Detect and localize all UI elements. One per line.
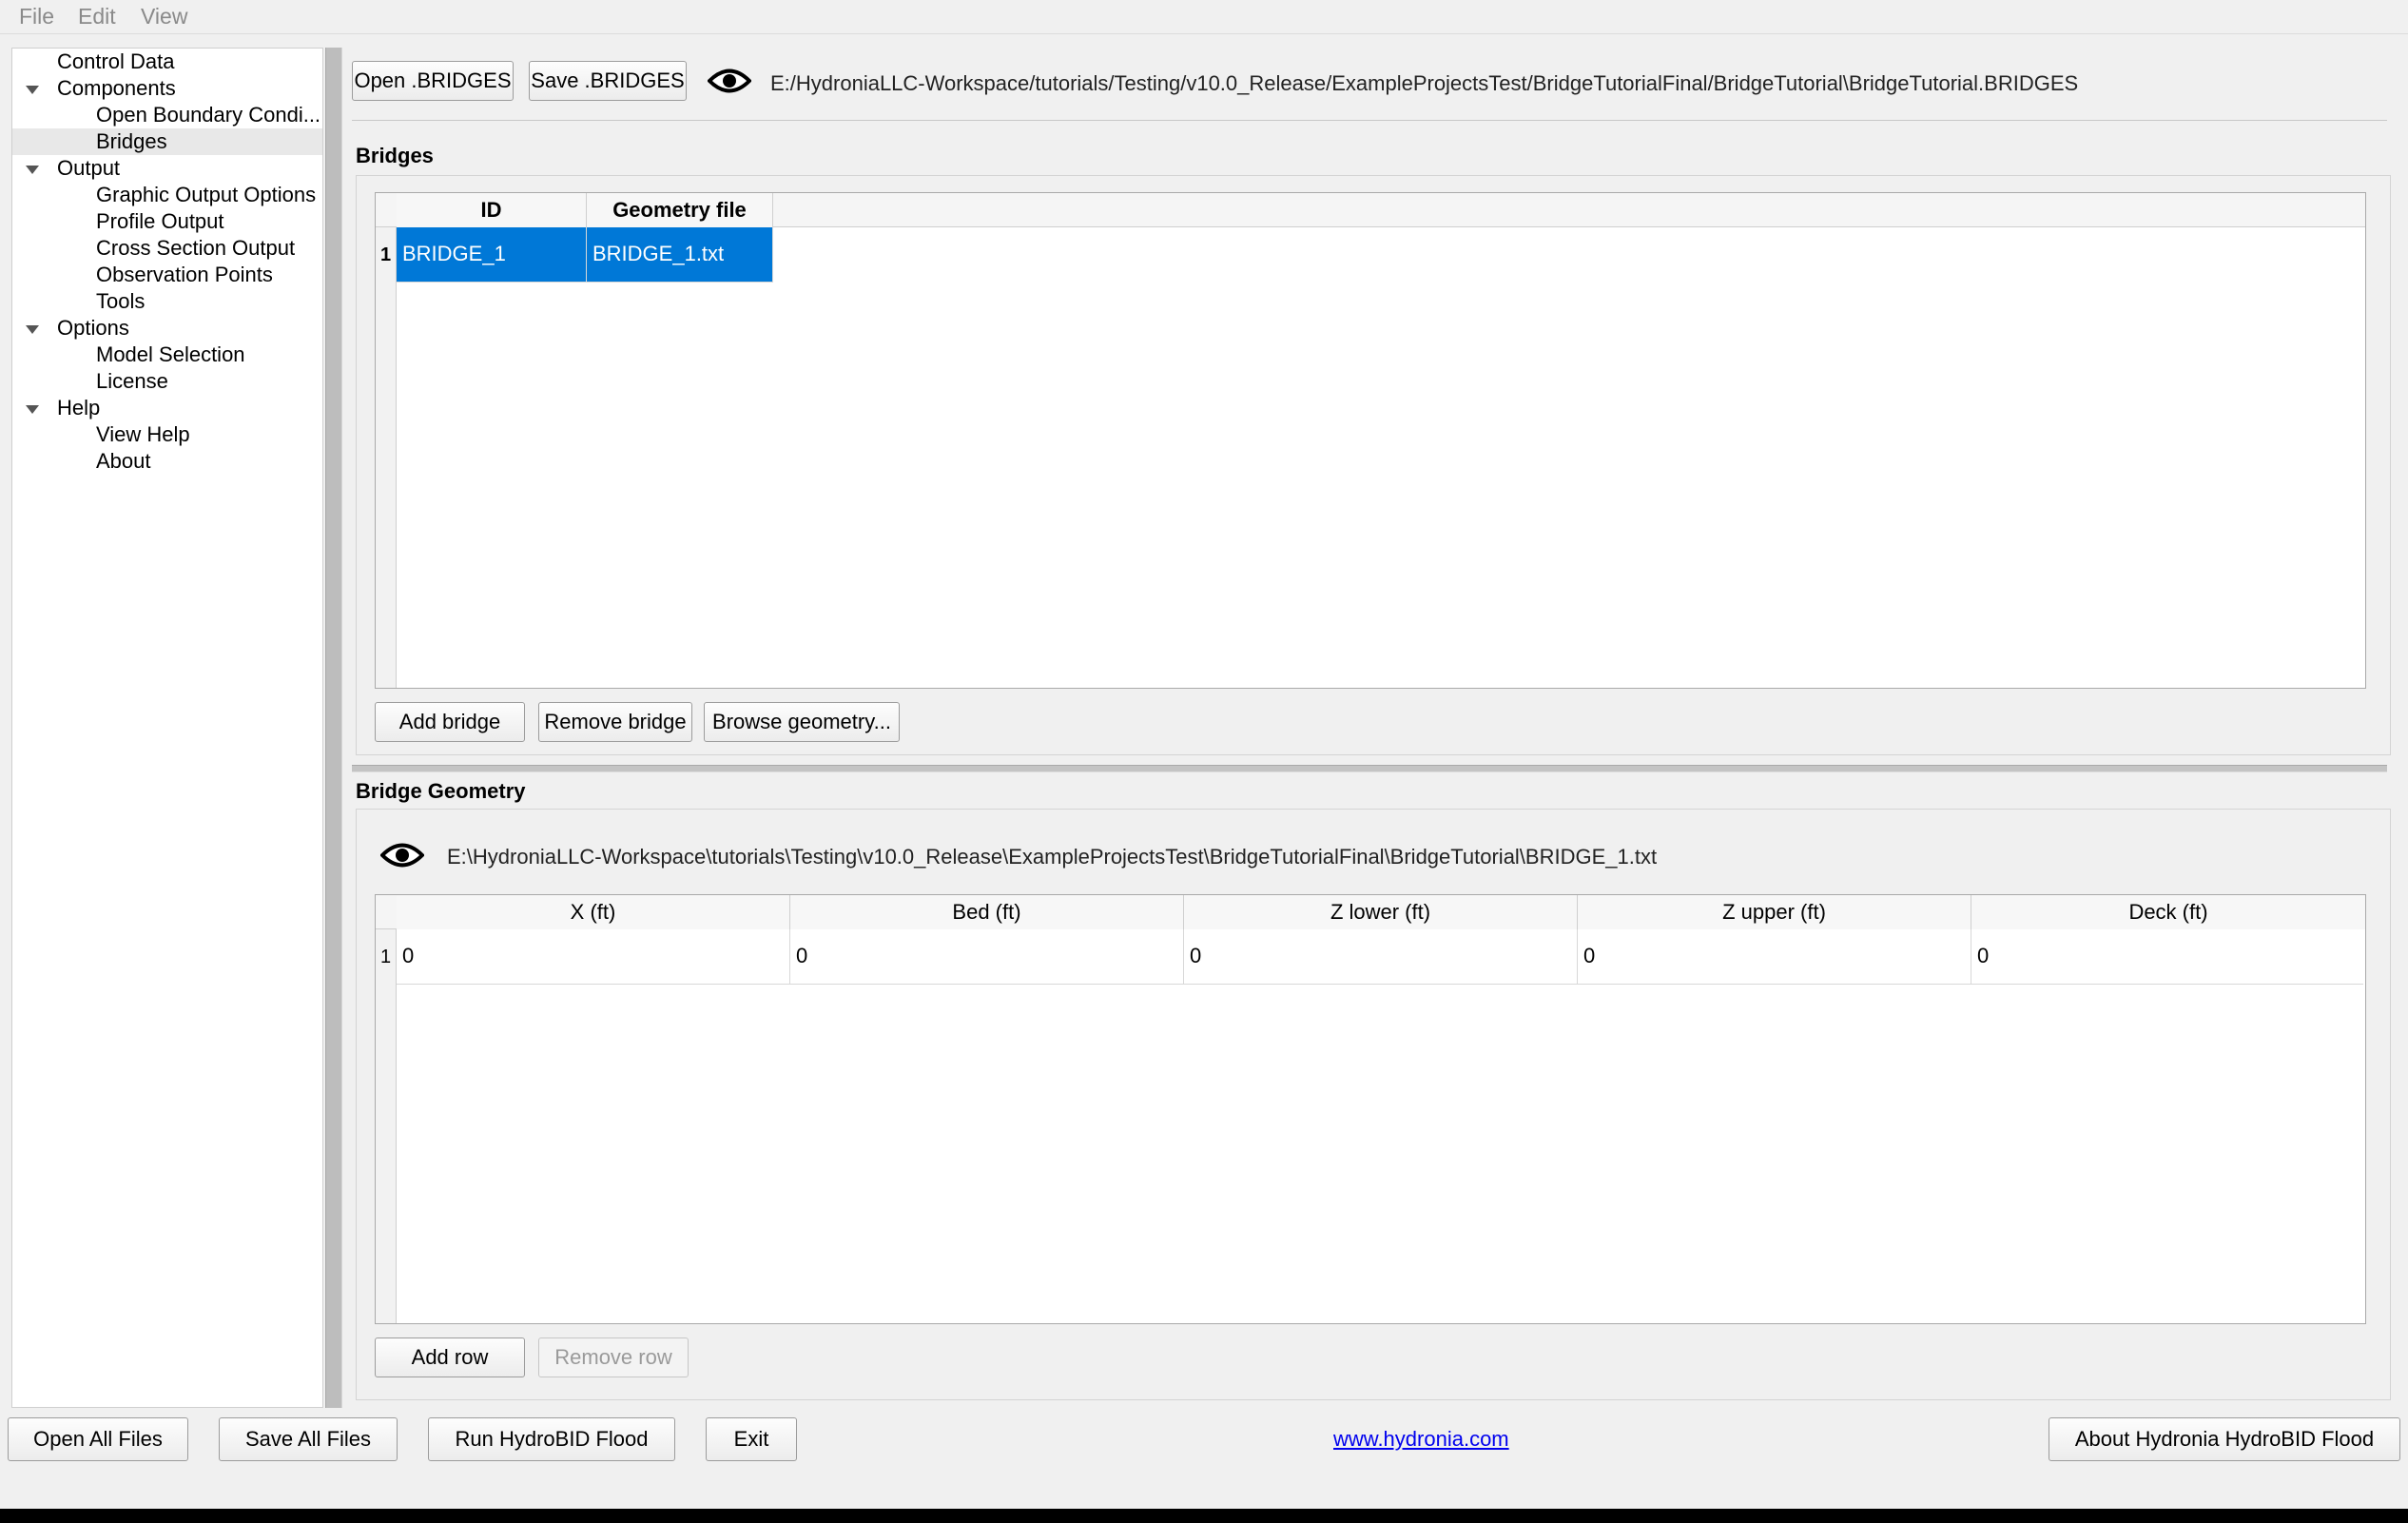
tree-item-label: Open Boundary Condi... — [96, 103, 321, 127]
tree-item-label: Options — [57, 316, 129, 340]
column-header-id[interactable]: ID — [397, 193, 587, 227]
cell-z-lower[interactable]: 0 — [1184, 929, 1578, 985]
column-header-bed[interactable]: Bed (ft) — [790, 895, 1184, 929]
tree-item-control-data[interactable]: Control Data — [12, 49, 322, 75]
bridges-section-title: Bridges — [356, 144, 434, 167]
tree-item-graphic-output[interactable]: Graphic Output Options — [12, 182, 322, 208]
row-number[interactable]: 1 — [376, 227, 397, 283]
add-bridge-button[interactable]: Add bridge — [375, 702, 525, 742]
geometry-section-title: Bridge Geometry — [356, 779, 526, 803]
bottom-edge — [0, 1509, 2408, 1523]
column-header-x[interactable]: X (ft) — [397, 895, 790, 929]
remove-row-button[interactable]: Remove row — [538, 1338, 689, 1377]
tree-item-tools[interactable]: Tools — [12, 288, 322, 315]
menu-view[interactable]: View — [141, 4, 187, 29]
row-header-column — [376, 227, 397, 688]
tree-item-observation-points[interactable]: Observation Points — [12, 262, 322, 288]
tree-item-label: Control Data — [57, 49, 175, 73]
tree-item-view-help[interactable]: View Help — [12, 421, 322, 448]
tree-item-profile-output[interactable]: Profile Output — [12, 208, 322, 235]
cell-bridge-geometry[interactable]: BRIDGE_1.txt — [587, 227, 773, 283]
cell-deck[interactable]: 0 — [1971, 929, 2363, 985]
tree-item-label: Graphic Output Options — [96, 183, 317, 206]
tree-item-components[interactable]: Components — [12, 75, 322, 102]
tree-item-label: Observation Points — [96, 263, 273, 286]
tree-item-label: View Help — [96, 422, 190, 446]
tree-item-label: Model Selection — [96, 342, 245, 366]
geometry-table[interactable]: X (ft) Bed (ft) Z lower (ft) Z upper (ft… — [375, 894, 2366, 1324]
tree-item-label: Profile Output — [96, 209, 224, 233]
menu-bar: File Edit View — [0, 0, 2408, 34]
tree-item-license[interactable]: License — [12, 368, 322, 395]
menu-file[interactable]: File — [19, 4, 54, 29]
column-header-z-upper[interactable]: Z upper (ft) — [1578, 895, 1971, 929]
tree-item-cross-section-output[interactable]: Cross Section Output — [12, 235, 322, 262]
tree-item-label: Tools — [96, 289, 146, 313]
section-splitter[interactable] — [352, 765, 2387, 772]
open-all-files-button[interactable]: Open All Files — [8, 1417, 188, 1461]
tree-item-label: Help — [57, 396, 101, 420]
add-row-button[interactable]: Add row — [375, 1338, 525, 1377]
cell-z-upper[interactable]: 0 — [1578, 929, 1971, 985]
tree-item-label: License — [96, 369, 168, 393]
save-all-files-button[interactable]: Save All Files — [219, 1417, 398, 1461]
tree-item-open-boundary[interactable]: Open Boundary Condi... — [12, 102, 322, 128]
run-hydrobid-flood-button[interactable]: Run HydroBID Flood — [428, 1417, 675, 1461]
tree-item-model-selection[interactable]: Model Selection — [12, 342, 322, 368]
toolbar-divider — [352, 120, 2387, 121]
tree-item-label: Output — [57, 156, 121, 180]
cell-bridge-id[interactable]: BRIDGE_1 — [397, 227, 587, 283]
column-header-deck[interactable]: Deck (ft) — [1971, 895, 2365, 929]
tree-item-bridges[interactable]: Bridges — [12, 128, 322, 155]
about-hydronia-button[interactable]: About Hydronia HydroBID Flood — [2049, 1417, 2400, 1461]
remove-bridge-button[interactable]: Remove bridge — [538, 702, 692, 742]
bridges-table[interactable]: ID Geometry file 1 BRIDGE_1 BRIDGE_1.txt — [375, 192, 2366, 689]
row-number[interactable]: 1 — [376, 929, 397, 985]
tree-item-options[interactable]: Options — [12, 315, 322, 342]
tree-item-about[interactable]: About — [12, 448, 322, 475]
cell-bed[interactable]: 0 — [790, 929, 1184, 985]
open-bridges-button[interactable]: Open .BRIDGES — [352, 61, 514, 101]
eye-icon[interactable] — [380, 841, 424, 869]
cell-x[interactable]: 0 — [397, 929, 790, 985]
tree-item-label: About — [96, 449, 151, 473]
bridges-file-path: E:/HydroniaLLC-Workspace/tutorials/Testi… — [770, 71, 2079, 95]
tree-item-label: Bridges — [96, 129, 167, 153]
column-header-z-lower[interactable]: Z lower (ft) — [1184, 895, 1578, 929]
browse-geometry-button[interactable]: Browse geometry... — [704, 702, 900, 742]
sidebar-splitter[interactable] — [325, 48, 342, 1408]
eye-icon[interactable] — [708, 67, 751, 95]
row-header-column — [376, 929, 397, 1323]
tree-item-output[interactable]: Output — [12, 155, 322, 182]
hydronia-website-link[interactable]: www.hydronia.com — [1333, 1427, 1509, 1452]
save-bridges-button[interactable]: Save .BRIDGES — [529, 61, 687, 101]
navigation-tree: Control Data Components Open Boundary Co… — [11, 48, 323, 1408]
exit-button[interactable]: Exit — [706, 1417, 797, 1461]
tree-item-help[interactable]: Help — [12, 395, 322, 421]
column-header-geometry-file[interactable]: Geometry file — [587, 193, 773, 227]
tree-item-label: Cross Section Output — [96, 236, 296, 260]
geometry-file-path: E:\HydroniaLLC-Workspace\tutorials\Testi… — [447, 845, 1658, 869]
menu-edit[interactable]: Edit — [78, 4, 116, 29]
tree-item-label: Components — [57, 76, 176, 100]
